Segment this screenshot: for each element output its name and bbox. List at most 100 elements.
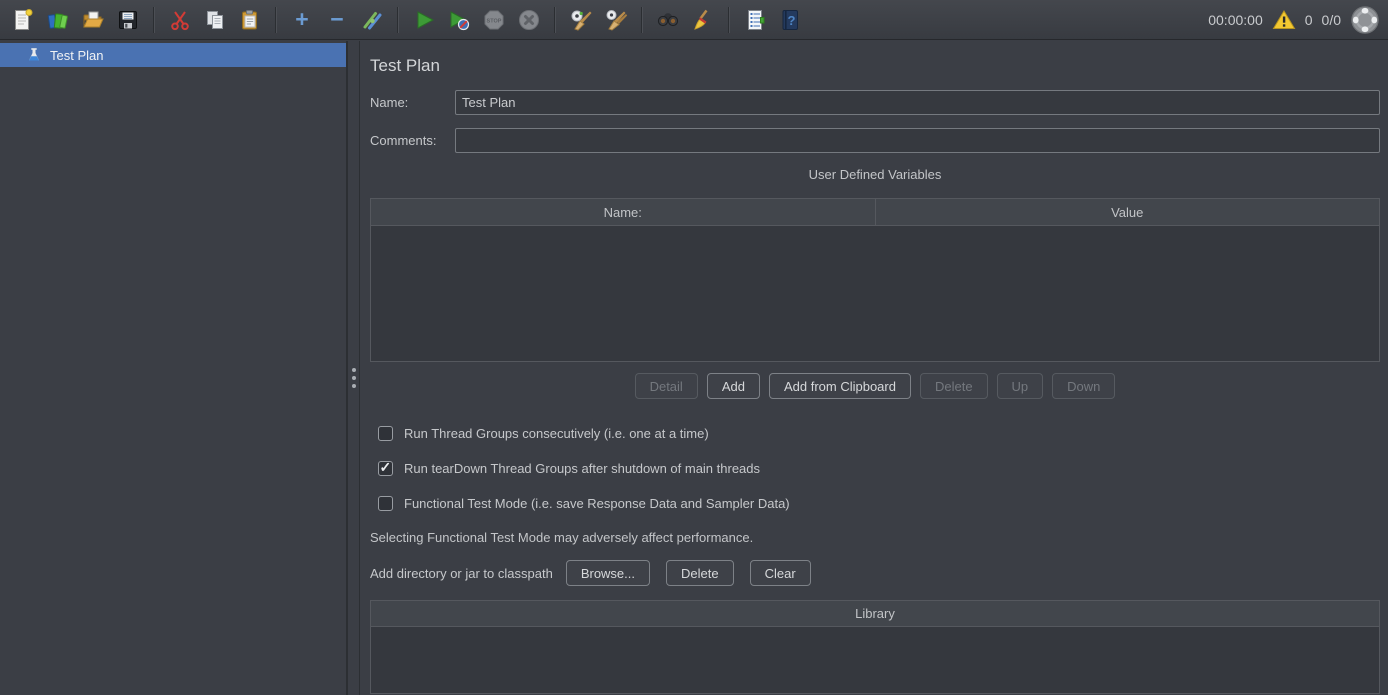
library-table-header: Library [371,601,1379,627]
toolbar: + − STOP ? 00:00:00 0 0/0 [0,0,1388,40]
log-errors-count: 0 [1305,12,1313,28]
name-input[interactable] [455,90,1380,115]
functional-mode-note: Selecting Functional Test Mode may adver… [370,530,1380,545]
save-button[interactable] [113,5,143,35]
run-options-group: Run Thread Groups consecutively (i.e. on… [378,425,1380,512]
remove-element-button[interactable]: − [322,5,352,35]
udv-table-body[interactable] [371,226,1379,361]
shutdown-icon [517,8,541,32]
toggle-element-button[interactable] [357,5,387,35]
new-file-button[interactable] [8,5,38,35]
threads-count: 0/0 [1322,12,1341,28]
comments-row: Comments: [370,128,1380,153]
toolbar-separator [275,7,277,33]
toolbar-status-area: 00:00:00 0 0/0 [1208,5,1380,35]
help-icon: ? [778,8,802,32]
run-consecutively-label: Run Thread Groups consecutively (i.e. on… [404,426,709,441]
svg-text:STOP: STOP [487,18,502,24]
classpath-delete-button[interactable]: Delete [666,560,734,586]
cut-button[interactable] [165,5,195,35]
search-icon [656,8,680,32]
udv-buttons-row: Detail Add Add from Clipboard Delete Up … [370,373,1380,399]
copy-icon [203,8,227,32]
comments-input[interactable] [455,128,1380,153]
start-no-timers-button[interactable] [444,5,474,35]
test-plan-flask-icon [26,47,42,63]
classpath-label: Add directory or jar to classpath [370,566,553,581]
functional-mode-row: Functional Test Mode (i.e. save Response… [378,495,1380,512]
toolbar-separator [728,7,730,33]
down-button[interactable]: Down [1052,373,1115,399]
run-teardown-checkbox[interactable] [378,461,393,476]
name-label: Name: [370,95,455,110]
udv-table-header: Name: Value [371,199,1379,226]
add-button[interactable]: Add [707,373,760,399]
paste-icon [238,8,262,32]
functional-mode-label: Functional Test Mode (i.e. save Response… [404,496,790,511]
minus-icon: − [330,8,343,31]
run-teardown-row: Run tearDown Thread Groups after shutdow… [378,460,1380,477]
clear-all-icon [604,8,628,32]
splitter-handle-icon [352,368,356,388]
svg-text:?: ? [788,13,796,28]
clear-button[interactable] [566,5,596,35]
test-state-indicator-icon [1350,5,1380,35]
toolbar-separator [554,7,556,33]
tree-item-test-plan[interactable]: Test Plan [0,43,346,67]
udv-table: Name: Value [370,198,1380,362]
shutdown-button[interactable] [514,5,544,35]
comments-label: Comments: [370,133,455,148]
warning-icon[interactable] [1272,8,1296,32]
open-file-button[interactable] [78,5,108,35]
splitter[interactable] [347,41,360,695]
toolbar-separator [397,7,399,33]
plus-icon: + [295,8,308,31]
paste-button[interactable] [235,5,265,35]
run-consecutively-checkbox[interactable] [378,426,393,441]
save-icon [116,8,140,32]
cut-icon [168,8,192,32]
library-column-header[interactable]: Library [855,606,895,621]
classpath-row: Add directory or jar to classpath Browse… [370,560,1380,586]
start-button[interactable] [409,5,439,35]
run-consecutively-row: Run Thread Groups consecutively (i.e. on… [378,425,1380,442]
start-no-timers-icon [447,8,471,32]
clear-icon [569,8,593,32]
udv-section-title: User Defined Variables [370,167,1380,182]
start-icon [412,8,436,32]
help-button[interactable]: ? [775,5,805,35]
elapsed-time: 00:00:00 [1208,12,1263,28]
search-button[interactable] [653,5,683,35]
run-teardown-label: Run tearDown Thread Groups after shutdow… [404,461,760,476]
up-button[interactable]: Up [997,373,1044,399]
search-reset-button[interactable] [688,5,718,35]
tree-item-label: Test Plan [50,48,103,63]
new-file-icon [11,8,35,32]
function-helper-icon [743,8,767,32]
toolbar-separator [153,7,155,33]
toolbar-separator [641,7,643,33]
add-from-clipboard-button[interactable]: Add from Clipboard [769,373,911,399]
templates-button[interactable] [43,5,73,35]
functional-mode-checkbox[interactable] [378,496,393,511]
add-element-button[interactable]: + [287,5,317,35]
detail-button[interactable]: Detail [635,373,698,399]
open-file-icon [81,8,105,32]
search-reset-icon [691,8,715,32]
browse-button[interactable]: Browse... [566,560,650,586]
stop-button[interactable]: STOP [479,5,509,35]
templates-icon [46,8,70,32]
library-table: Library [370,600,1380,694]
library-table-body[interactable] [371,627,1379,693]
copy-button[interactable] [200,5,230,35]
delete-button[interactable]: Delete [920,373,988,399]
udv-column-value[interactable]: Value [876,199,1380,225]
name-row: Name: [370,90,1380,115]
udv-column-name[interactable]: Name: [371,199,876,225]
function-helper-button[interactable] [740,5,770,35]
classpath-clear-button[interactable]: Clear [750,560,811,586]
toggle-icon [360,8,384,32]
clear-all-button[interactable] [601,5,631,35]
test-plan-tree: Test Plan [0,41,347,695]
test-plan-config-panel: Test Plan Name: Comments: User Defined V… [360,41,1388,695]
